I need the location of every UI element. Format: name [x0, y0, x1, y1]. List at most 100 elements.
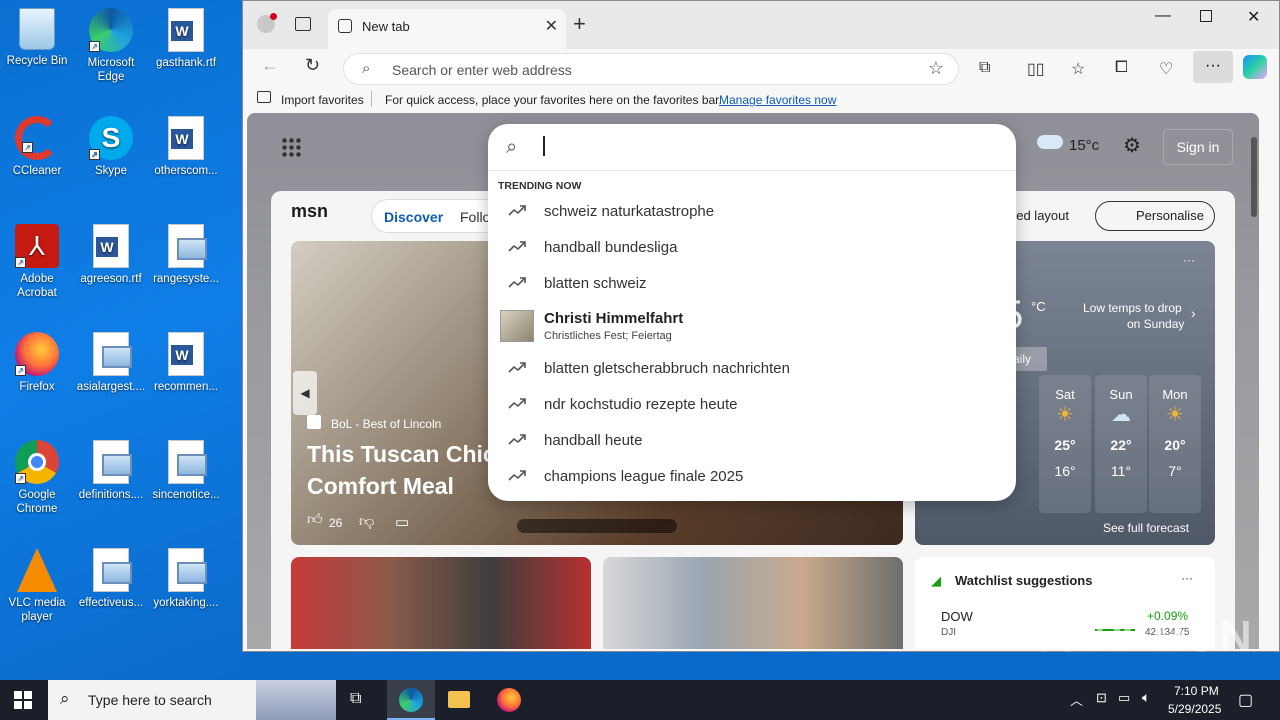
close-tab-icon[interactable]: ✕: [545, 16, 558, 36]
task-view-icon[interactable]: ⧉: [350, 690, 361, 708]
news-image-portrait[interactable]: [603, 557, 903, 649]
desktop-icon-edge[interactable]: ↗ Microsoft Edge: [75, 8, 147, 84]
desktop-icon-gasthank[interactable]: gasthank.rtf: [150, 8, 222, 70]
suggestion-item[interactable]: handball heute: [488, 423, 1016, 459]
suggestion-item[interactable]: blatten schweiz: [488, 266, 1016, 302]
address-bar[interactable]: ⌕ Search or enter web address ☆: [343, 53, 959, 85]
desktop-icon-ccleaner[interactable]: ↗ CCleaner: [1, 116, 73, 178]
collections-icon[interactable]: ⧠: [1115, 59, 1128, 77]
comment-icon[interactable]: ▭: [395, 513, 409, 531]
desktop-icon-agreeson[interactable]: agreeson.rtf: [75, 224, 147, 286]
desktop-icon-definitions[interactable]: definitions....: [75, 440, 147, 502]
tab-following[interactable]: Follo: [460, 209, 490, 225]
chevron-up-icon[interactable]: ︿: [1070, 690, 1083, 709]
desktop-icon-vlc[interactable]: VLC media player: [1, 548, 73, 624]
weather-alert[interactable]: Low temps to drop: [1083, 301, 1182, 315]
desktop-icon-firefox[interactable]: ↗ Firefox: [1, 332, 73, 394]
desktop-icon-chrome[interactable]: ↗ Google Chrome: [1, 440, 73, 516]
weather-temp[interactable]: 15°c: [1069, 137, 1099, 154]
tab-new-tab[interactable]: New tab ✕: [328, 9, 566, 49]
maximize-icon[interactable]: [1200, 10, 1212, 22]
suggestion-item[interactable]: blatten gletscherabbruch nachrichten: [488, 351, 1016, 387]
desktop-icon-acrobat[interactable]: ⅄ ↗ Adobe Acrobat: [1, 224, 73, 300]
icon-label: definitions....: [78, 489, 144, 501]
refresh-icon[interactable]: ↻: [305, 55, 320, 76]
apps-grid-icon[interactable]: [281, 137, 301, 157]
settings-gear-icon[interactable]: ⚙: [1123, 133, 1141, 158]
desktop-icon-asialargest[interactable]: asialargest....: [75, 332, 147, 394]
scrollbar-thumb[interactable]: [1251, 137, 1257, 217]
like-icon[interactable]: 👍︎: [307, 511, 323, 529]
favorites-icon[interactable]: ☆: [1071, 59, 1085, 79]
settings-more-icon[interactable]: ···: [1193, 51, 1233, 83]
sign-in-button[interactable]: Sign in: [1163, 129, 1233, 165]
tab-actions-icon[interactable]: [295, 17, 311, 31]
browser-essentials-icon[interactable]: ♡: [1159, 59, 1173, 79]
windows-start-icon[interactable]: [14, 691, 32, 709]
taskbar-file-explorer[interactable]: [435, 680, 483, 720]
import-favorites-link[interactable]: Import favorites: [281, 93, 364, 107]
suggestion-item[interactable]: schweiz naturkatastrophe: [488, 194, 1016, 230]
see-full-forecast-link[interactable]: See full forecast: [1103, 521, 1189, 535]
suggestion-item[interactable]: ndr kochstudio rezepte heute: [488, 387, 1016, 423]
icon-label: otherscom...: [154, 165, 218, 177]
network-icon[interactable]: ⊡: [1096, 690, 1107, 706]
vlc-icon: [17, 548, 57, 592]
desktop-icon-recycle-bin[interactable]: Recycle Bin: [1, 8, 73, 68]
suggestion-text: blatten schweiz: [544, 275, 647, 292]
display-icon[interactable]: ▭: [1118, 690, 1130, 706]
source-logo-icon: [307, 415, 321, 429]
search-box-cursor[interactable]: [543, 136, 545, 156]
favorite-star-icon[interactable]: ☆: [928, 58, 944, 79]
news-image-protest[interactable]: [291, 557, 591, 649]
feed-layout-button[interactable]: eed layout: [1009, 208, 1069, 223]
taskbar-search[interactable]: ⌕ Type here to search: [48, 680, 336, 720]
extensions-icon[interactable]: ⧉: [979, 59, 990, 77]
carousel-prev-icon[interactable]: ◀: [293, 371, 317, 415]
trend-up-icon: ◢: [931, 573, 941, 588]
desktop-icon-yorktaking[interactable]: yorktaking....: [150, 548, 222, 610]
page-scrollbar[interactable]: [1249, 125, 1259, 649]
suggestion-item[interactable]: handball bundesliga: [488, 230, 1016, 266]
watchlist-more-icon[interactable]: ···: [1181, 571, 1193, 585]
personalise-button[interactable]: Personalise: [1095, 201, 1215, 231]
taskbar-firefox[interactable]: [485, 680, 533, 720]
weather-more-icon[interactable]: ···: [1183, 253, 1195, 267]
desktop-icon-recommen[interactable]: recommen...: [150, 332, 222, 394]
chevron-right-icon[interactable]: ›: [1191, 305, 1196, 321]
suggestion-item[interactable]: champions league finale 2025: [488, 459, 1016, 495]
clock-time[interactable]: 7:10 PM: [1174, 684, 1219, 698]
back-icon[interactable]: ←: [261, 55, 279, 76]
desktop-icon-rangesyste[interactable]: rangesyste...: [150, 224, 222, 286]
notifications-icon[interactable]: ▢: [1238, 690, 1253, 710]
hero-headline-line2[interactable]: Comfort Meal: [307, 473, 454, 500]
dislike-icon[interactable]: 👎︎: [359, 513, 374, 531]
split-screen-icon[interactable]: ▯▯: [1027, 59, 1045, 79]
firefox-icon: ↗: [15, 332, 59, 376]
search-suggestions: ⌕ TRENDING NOW schweiz naturkatastrophe …: [488, 124, 1016, 501]
weather-alert-line2[interactable]: on Sunday: [1127, 317, 1184, 331]
hero-headline[interactable]: This Tuscan Chick: [307, 441, 509, 468]
desktop-icon-sincenotice[interactable]: sincenotice...: [150, 440, 222, 502]
clock-date[interactable]: 5/29/2025: [1168, 702, 1221, 716]
manage-favorites-link[interactable]: Manage favorites now: [719, 93, 836, 107]
window-close-icon[interactable]: ✕: [1247, 7, 1260, 27]
forecast-low: 7°: [1168, 463, 1182, 479]
tab-discover[interactable]: Discover: [384, 209, 443, 225]
desktop-icon-effectiveus[interactable]: effectiveus...: [75, 548, 147, 610]
copilot-icon[interactable]: [1243, 55, 1267, 79]
minimize-icon[interactable]: —: [1155, 7, 1171, 25]
forecast-day: Sat ☀ 25° 16°: [1039, 375, 1091, 513]
taskbar-edge[interactable]: [387, 680, 435, 720]
profile-icon[interactable]: [257, 13, 277, 33]
carousel-dots[interactable]: [517, 519, 677, 533]
stock-symbol[interactable]: DOW: [941, 609, 973, 624]
suggestion-item-rich[interactable]: Christi Himmelfahrt Christliches Fest; F…: [488, 302, 1016, 348]
msn-logo[interactable]: msn: [291, 201, 328, 222]
desktop-icon-otherscom[interactable]: otherscom...: [150, 116, 222, 178]
entity-thumbnail: [500, 310, 534, 342]
new-tab-plus-icon[interactable]: +: [573, 11, 586, 37]
volume-icon[interactable]: 🔈︎: [1142, 689, 1150, 706]
desktop-icon-skype[interactable]: S ↗ Skype: [75, 116, 147, 178]
weather-unit: °C: [1031, 299, 1046, 314]
